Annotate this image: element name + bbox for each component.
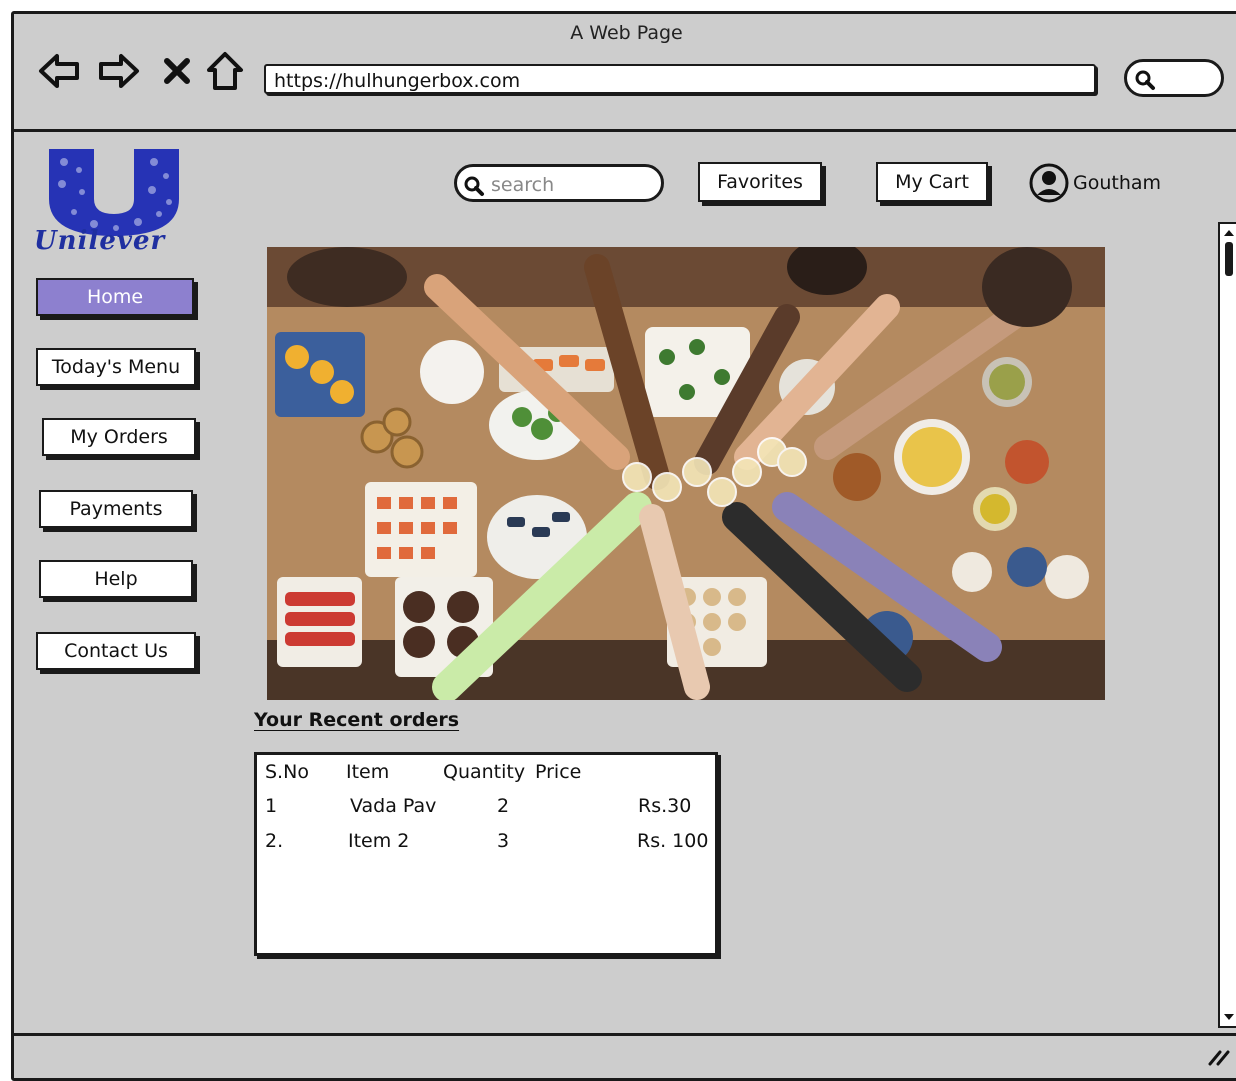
forward-button[interactable] [96, 48, 142, 94]
user-profile[interactable]: Goutham [1029, 162, 1161, 204]
recent-orders-table: S.No Item Quantity Price 1 Vada Pav 2 Rs… [254, 752, 718, 956]
stop-button[interactable] [154, 48, 200, 94]
sidebar-item-todays-menu[interactable]: Today's Menu [36, 348, 196, 386]
browser-search-field[interactable] [1124, 59, 1224, 97]
vertical-scrollbar[interactable] [1218, 222, 1236, 1028]
table-header-row: S.No Item Quantity Price [257, 761, 715, 791]
sidebar-item-home[interactable]: Home [36, 278, 194, 316]
search-icon [1135, 70, 1155, 90]
column-header-sno: S.No [265, 761, 309, 783]
sidebar-item-help[interactable]: Help [39, 560, 193, 598]
column-header-price: Price [535, 761, 582, 783]
my-cart-button[interactable]: My Cart [876, 162, 988, 202]
url-bar[interactable]: https://hulhungerbox.com [264, 64, 1096, 94]
window-title: A Web Page [570, 22, 683, 44]
hero-food-photo [267, 247, 1105, 700]
status-bar [14, 1033, 1236, 1078]
user-name: Goutham [1073, 172, 1162, 194]
cell-price: Rs.30 [638, 795, 692, 817]
home-icon [207, 52, 243, 90]
sidebar-item-payments[interactable]: Payments [39, 490, 193, 528]
table-row: 2. Item 2 3 Rs. 100 [257, 830, 715, 860]
cell-item: Item 2 [348, 830, 410, 852]
logo-wordmark: Unilever [34, 226, 166, 256]
forward-arrow-icon [99, 54, 139, 88]
resize-grip-icon[interactable] [1206, 1046, 1230, 1066]
cell-price: Rs. 100 [637, 830, 709, 852]
scroll-up-arrow-icon[interactable] [1222, 226, 1236, 240]
cell-quantity: 2 [497, 795, 510, 817]
cell-sno: 1 [265, 795, 278, 817]
cell-sno: 2. [265, 830, 284, 852]
user-avatar-icon [1029, 163, 1069, 203]
column-header-quantity: Quantity [443, 761, 526, 783]
search-input[interactable] [489, 171, 653, 199]
sidebar-item-my-orders[interactable]: My Orders [42, 418, 196, 456]
favorites-button[interactable]: Favorites [698, 162, 822, 202]
cell-quantity: 3 [497, 830, 510, 852]
close-icon [164, 58, 190, 84]
back-button[interactable] [36, 48, 82, 94]
cell-item: Vada Pav [350, 795, 437, 817]
site-search[interactable] [454, 164, 664, 202]
browser-toolbar: A Web Page https://hulhungerbox.com [14, 14, 1236, 132]
browser-window: A Web Page https://hulhungerbox.com Unil… [11, 11, 1236, 1081]
column-header-item: Item [346, 761, 390, 783]
search-icon [464, 176, 484, 196]
scrollbar-thumb[interactable] [1225, 242, 1233, 276]
scroll-down-arrow-icon[interactable] [1222, 1010, 1236, 1024]
recent-orders-title: Your Recent orders [254, 709, 460, 731]
sidebar-item-contact-us[interactable]: Contact Us [36, 632, 196, 670]
home-button[interactable] [202, 48, 248, 94]
table-row: 1 Vada Pav 2 Rs.30 [257, 795, 715, 825]
back-arrow-icon [39, 54, 79, 88]
